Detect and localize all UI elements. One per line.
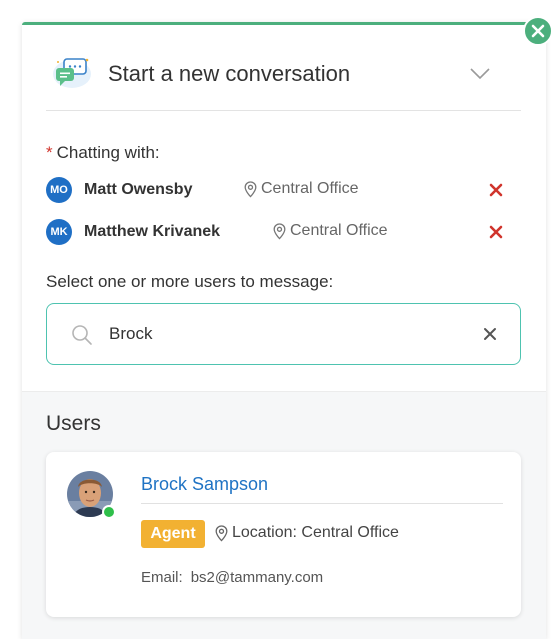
header-divider (46, 110, 521, 111)
participant-row: MO Matt Owensby Central Office (46, 177, 516, 203)
card-divider (141, 503, 503, 504)
map-pin-icon (215, 524, 228, 542)
map-pin-icon (244, 180, 257, 198)
user-result-card[interactable]: Brock Sampson Agent Location: Central Of… (46, 452, 521, 617)
participant-location: Central Office (273, 222, 388, 240)
participant-name: Matthew Krivanek (84, 223, 221, 240)
remove-participant-button[interactable] (488, 182, 504, 198)
remove-participant-button[interactable] (488, 224, 504, 240)
user-location: Location: Central Office (215, 524, 399, 542)
user-search-box[interactable] (46, 303, 521, 365)
user-search-input[interactable] (109, 321, 449, 347)
required-mark: * (46, 143, 53, 162)
users-results-section: Users Brock Sampson Agent Location: Cent… (22, 391, 546, 639)
user-name-link[interactable]: Brock Sampson (141, 474, 268, 495)
search-icon (72, 325, 92, 345)
participant-location: Central Office (244, 180, 359, 198)
participant-row: MK Matthew Krivanek Central Office (46, 219, 516, 245)
participant-avatar: MK (46, 219, 72, 245)
participant-avatar: MO (46, 177, 72, 203)
panel-header: Start a new conversation (22, 25, 546, 110)
close-icon (531, 24, 545, 38)
email-label: Email: (141, 569, 183, 586)
chatting-with-label: * Chatting with: (46, 143, 160, 162)
panel-title: Start a new conversation (108, 61, 351, 86)
new-conversation-panel: Start a new conversation * Chatting with:… (22, 22, 546, 639)
select-users-label: Select one or more users to message: (46, 272, 334, 291)
map-pin-icon (273, 222, 286, 240)
clear-search-button[interactable] (483, 327, 497, 341)
user-email: Email: bs2@tammany.com (141, 569, 323, 586)
role-badge: Agent (141, 520, 205, 548)
chat-bubbles-icon (53, 58, 91, 88)
users-heading: Users (46, 412, 101, 435)
chevron-down-icon[interactable] (469, 67, 491, 81)
online-status-indicator (102, 505, 116, 519)
close-panel-button[interactable] (523, 16, 553, 46)
email-value: bs2@tammany.com (190, 569, 324, 586)
participant-name: Matt Owensby (84, 181, 193, 198)
